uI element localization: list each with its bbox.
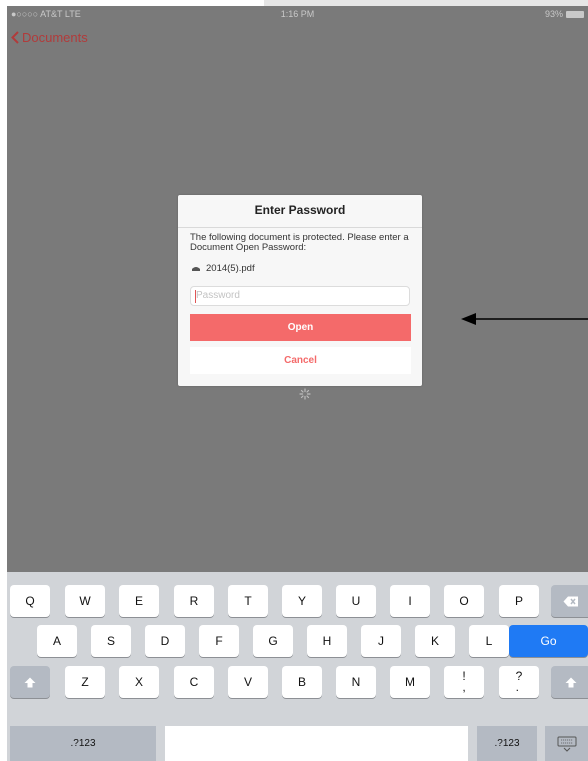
shift-arrow-icon bbox=[565, 677, 577, 687]
password-input[interactable]: Password bbox=[190, 286, 410, 306]
keyboard-hide-icon bbox=[557, 736, 576, 752]
navigation-bar: Documents bbox=[7, 26, 588, 54]
go-key[interactable]: Go bbox=[509, 625, 588, 657]
key-d[interactable]: D bbox=[145, 625, 185, 657]
password-dialog: Enter Password The following document is… bbox=[178, 195, 422, 386]
file-row: 2014(5).pdf bbox=[191, 263, 255, 274]
battery-icon bbox=[566, 10, 584, 18]
key-m[interactable]: M bbox=[390, 666, 430, 698]
dialog-title: Enter Password bbox=[254, 203, 346, 217]
onscreen-keyboard: Q W E R T Y U I O P A S D F G H J K L Go bbox=[7, 572, 588, 761]
back-button[interactable]: Documents bbox=[11, 30, 88, 45]
key-exclamation-comma[interactable]: ! , bbox=[444, 666, 484, 698]
dialog-divider bbox=[178, 227, 422, 228]
battery-percent: 93% bbox=[544, 9, 563, 19]
key-j[interactable]: J bbox=[361, 625, 401, 657]
key-o[interactable]: O bbox=[444, 585, 484, 617]
key-p[interactable]: P bbox=[499, 585, 539, 617]
chevron-left-icon bbox=[11, 31, 19, 44]
annotation-arrow-icon bbox=[461, 313, 588, 325]
lock-icon bbox=[192, 267, 200, 271]
key-x[interactable]: X bbox=[119, 666, 159, 698]
status-bar: ●○○○○ AT&T LTE 1:16 PM 93% bbox=[7, 6, 588, 26]
key-t[interactable]: T bbox=[228, 585, 268, 617]
numbers-key-left[interactable]: .?123 bbox=[10, 726, 156, 761]
numbers-key-right[interactable]: .?123 bbox=[477, 726, 537, 761]
shift-arrow-icon bbox=[24, 677, 36, 687]
password-placeholder: Password bbox=[196, 290, 240, 301]
battery-indicator: 93% bbox=[545, 9, 584, 19]
key-z[interactable]: Z bbox=[65, 666, 105, 698]
cancel-button[interactable]: Cancel bbox=[190, 347, 411, 374]
open-button[interactable]: Open bbox=[190, 314, 411, 341]
key-u[interactable]: U bbox=[336, 585, 376, 617]
dismiss-keyboard-key[interactable] bbox=[545, 726, 588, 761]
shift-key-right[interactable] bbox=[551, 666, 588, 698]
key-v[interactable]: V bbox=[228, 666, 268, 698]
space-bar[interactable] bbox=[165, 726, 468, 761]
back-button-label: Documents bbox=[22, 30, 88, 45]
key-y[interactable]: Y bbox=[282, 585, 322, 617]
key-n[interactable]: N bbox=[336, 666, 376, 698]
delete-key[interactable] bbox=[551, 585, 588, 617]
shift-key[interactable] bbox=[10, 666, 50, 698]
dialog-message: The following document is protected. Ple… bbox=[190, 232, 409, 253]
ipad-screen: ●○○○○ AT&T LTE 1:16 PM 93% Documents Ent… bbox=[7, 6, 588, 761]
key-a[interactable]: A bbox=[37, 625, 77, 657]
key-h[interactable]: H bbox=[307, 625, 347, 657]
key-g[interactable]: G bbox=[253, 625, 293, 657]
key-c[interactable]: C bbox=[174, 666, 214, 698]
key-r[interactable]: R bbox=[174, 585, 214, 617]
file-name: 2014(5).pdf bbox=[206, 263, 255, 274]
key-f[interactable]: F bbox=[199, 625, 239, 657]
key-w[interactable]: W bbox=[65, 585, 105, 617]
key-l[interactable]: L bbox=[469, 625, 509, 657]
key-b[interactable]: B bbox=[282, 666, 322, 698]
loading-spinner-icon bbox=[299, 388, 311, 400]
key-i[interactable]: I bbox=[390, 585, 430, 617]
text-caret bbox=[195, 290, 196, 303]
key-s[interactable]: S bbox=[91, 625, 131, 657]
key-question-period[interactable]: ? . bbox=[499, 666, 539, 698]
key-q[interactable]: Q bbox=[10, 585, 50, 617]
key-k[interactable]: K bbox=[415, 625, 455, 657]
clock: 1:16 PM bbox=[280, 9, 315, 19]
delete-icon bbox=[563, 596, 578, 606]
key-e[interactable]: E bbox=[119, 585, 159, 617]
